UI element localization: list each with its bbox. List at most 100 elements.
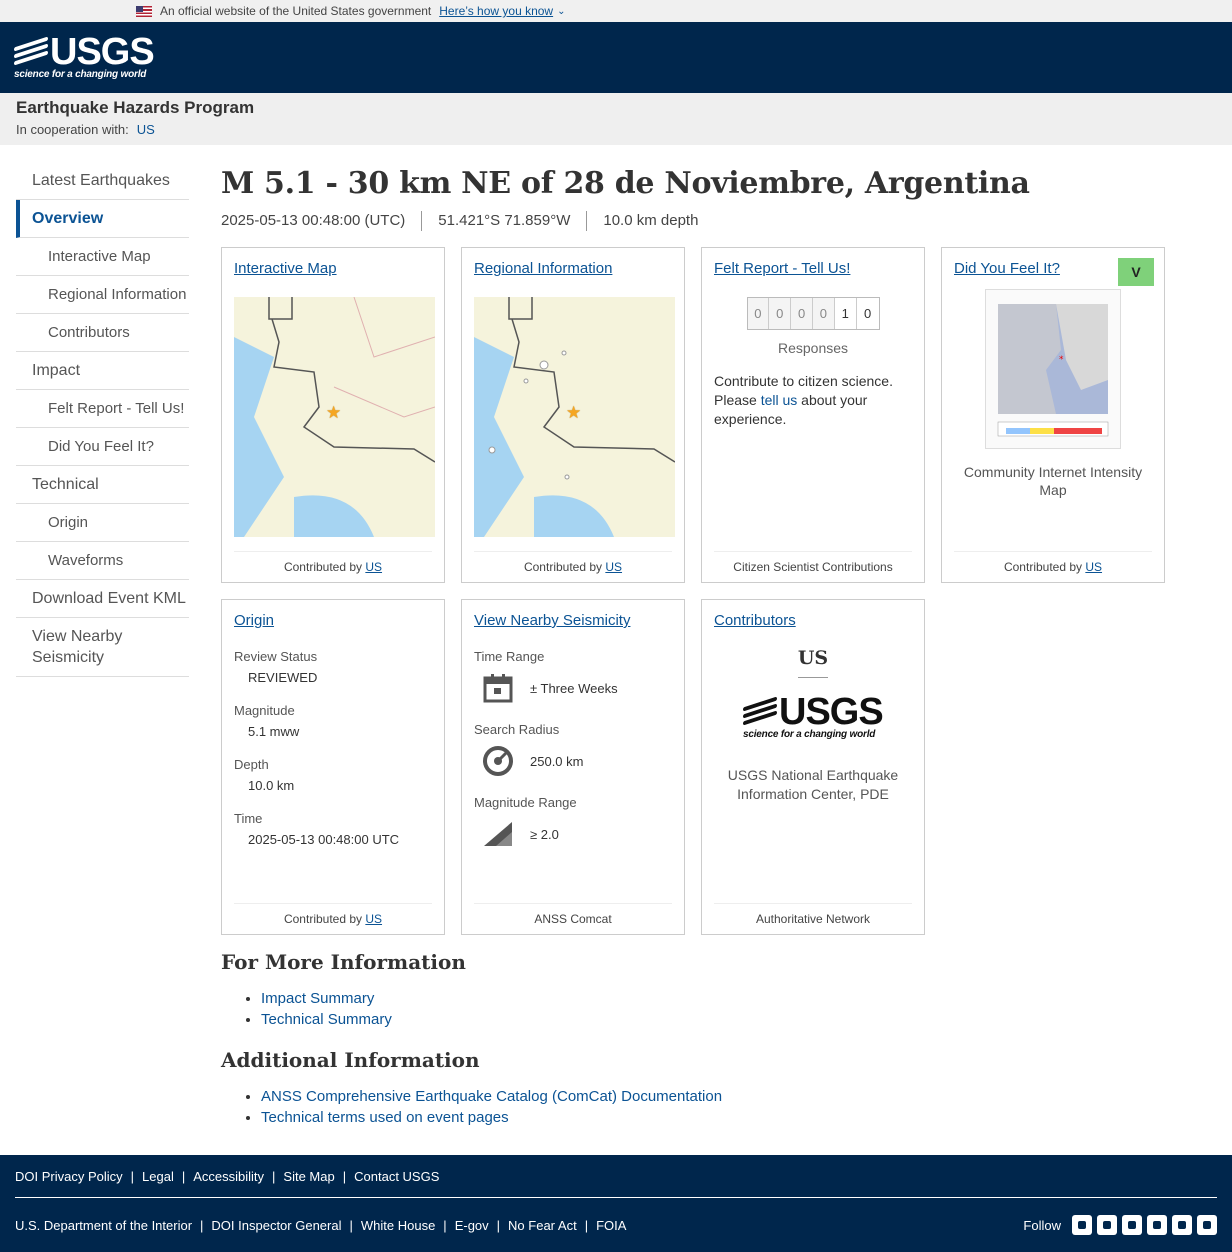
contributors-card[interactable]: Contributors US USGS science for a chang… — [701, 599, 925, 935]
felt-report-card[interactable]: Felt Report - Tell Us! 0 0 0 0 1 0 Respo… — [701, 247, 925, 583]
regional-info-card[interactable]: Regional Information ★ Contributed by US — [461, 247, 685, 583]
magnitude-range-value: ≥ 2.0 — [530, 826, 559, 842]
footer-row-policies: DOI Privacy Policy | Legal | Accessibility… — [15, 1155, 1217, 1198]
footer-link-foia[interactable]: FOIA — [596, 1218, 626, 1233]
main-content: M 5.1 - 30 km NE of 28 de Noviembre, Arg… — [221, 162, 1211, 1126]
impact-summary-link[interactable]: Impact Summary — [261, 990, 374, 1007]
footer-link-white-house[interactable]: White House — [361, 1218, 435, 1233]
origin-card-title[interactable]: Origin — [234, 612, 274, 629]
list-item: Technical terms used on event pages — [261, 1107, 1211, 1128]
footer-link-no-fear-act[interactable]: No Fear Act — [508, 1218, 577, 1233]
calendar-icon — [483, 674, 513, 703]
footer-link-privacy[interactable]: DOI Privacy Policy — [15, 1169, 123, 1184]
cdi-map-thumbnail[interactable]: * — [985, 289, 1121, 449]
twitter-icon[interactable] — [1072, 1215, 1092, 1235]
footer-link-site-map[interactable]: Site Map — [283, 1169, 334, 1184]
footer-link-accessibility[interactable]: Accessibility — [193, 1169, 264, 1184]
nav-origin[interactable]: Origin — [16, 504, 189, 542]
technical-terms-link[interactable]: Technical terms used on event pages — [261, 1109, 509, 1126]
nearby-seismicity-card[interactable]: View Nearby Seismicity Time Range ± Thre… — [461, 599, 685, 935]
list-item: ANSS Comprehensive Earthquake Catalog (C… — [261, 1086, 1211, 1107]
regional-info-card-title[interactable]: Regional Information — [474, 260, 612, 277]
nav-technical[interactable]: Technical — [16, 466, 189, 504]
contributed-by-link[interactable]: US — [365, 912, 382, 926]
origin-card-footer: Contributed by US — [234, 903, 432, 926]
nav-interactive-map[interactable]: Interactive Map — [16, 238, 189, 276]
usgs-logo[interactable]: USGS science for a changing world — [14, 33, 155, 80]
regional-info-card-footer: Contributed by US — [474, 551, 672, 574]
nav-felt-report[interactable]: Felt Report - Tell Us! — [16, 390, 189, 428]
contributor-logo-tagline: science for a changing world — [743, 729, 876, 740]
contributed-by-link[interactable]: US — [365, 560, 382, 574]
follow-label: Follow — [1023, 1217, 1061, 1233]
interactive-map-thumbnail[interactable]: ★ — [234, 297, 435, 537]
footer-link-contact[interactable]: Contact USGS — [354, 1169, 439, 1184]
footer-link-legal[interactable]: Legal — [142, 1169, 174, 1184]
footer-row-government: U.S. Department of the Interior | DOI Ins… — [15, 1198, 1217, 1252]
cdi-caption: Community Internet Intensity Map — [963, 464, 1143, 498]
time-value: 2025-05-13 00:48:00 UTC — [248, 832, 400, 847]
felt-report-card-footer: Citizen Scientist Contributions — [714, 551, 912, 574]
youtube-icon[interactable] — [1172, 1215, 1192, 1235]
sidebar-nav: Latest Earthquakes Overview Interactive … — [16, 162, 189, 677]
technical-summary-link[interactable]: Technical Summary — [261, 1011, 392, 1028]
cooperation-line: In cooperation with: US — [16, 122, 1216, 137]
usgs-waves-icon — [743, 696, 777, 726]
additional-info-list: ANSS Comprehensive Earthquake Catalog (C… — [221, 1086, 1211, 1128]
counter-digit: 0 — [812, 298, 835, 329]
depth-label: Depth — [234, 757, 269, 772]
felt-report-card-title[interactable]: Felt Report - Tell Us! — [714, 260, 850, 277]
program-bar: Earthquake Hazards Program In cooperatio… — [0, 93, 1232, 145]
program-title: Earthquake Hazards Program — [16, 98, 255, 117]
origin-card[interactable]: Origin Review Status REVIEWED Magnitude … — [221, 599, 445, 935]
contributed-by-label: Contributed by — [523, 560, 603, 574]
nav-did-you-feel-it[interactable]: Did You Feel It? — [16, 428, 189, 466]
contributors-card-title[interactable]: Contributors — [714, 612, 796, 629]
github-icon[interactable] — [1122, 1215, 1142, 1235]
nearby-seismicity-card-title[interactable]: View Nearby Seismicity — [474, 612, 630, 629]
nav-contributors[interactable]: Contributors — [16, 314, 189, 352]
contributed-by-link[interactable]: US — [1085, 560, 1102, 574]
comcat-docs-link[interactable]: ANSS Comprehensive Earthquake Catalog (C… — [261, 1088, 722, 1105]
interactive-map-card-footer: Contributed by US — [234, 551, 432, 574]
contributed-by-label: Contributed by — [1003, 560, 1083, 574]
heres-how-you-know-link[interactable]: Here’s how you know — [439, 4, 553, 18]
interactive-map-card[interactable]: Interactive Map ★ Contributed by US — [221, 247, 445, 583]
contributor-logo-text: USGS — [779, 691, 884, 733]
usgs-tagline: science for a changing world — [14, 68, 147, 80]
chevron-down-icon[interactable]: ⌄ — [557, 6, 565, 17]
divider — [798, 677, 828, 678]
footer-link-doi[interactable]: U.S. Department of the Interior — [15, 1218, 192, 1233]
event-location: 51.421°S 71.859°W — [421, 211, 586, 231]
magnitude-range-row: ≥ 2.0 — [474, 818, 672, 850]
interactive-map-card-title[interactable]: Interactive Map — [234, 260, 337, 277]
magnitude-value: 5.1 mww — [248, 724, 300, 739]
facebook-icon[interactable] — [1097, 1215, 1117, 1235]
dyfi-card-title[interactable]: Did You Feel It? — [954, 260, 1060, 277]
nav-impact[interactable]: Impact — [16, 352, 189, 390]
additional-info-heading: Additional Information — [221, 1048, 480, 1072]
footer-link-egov[interactable]: E-gov — [455, 1218, 489, 1233]
instagram-icon[interactable] — [1197, 1215, 1217, 1235]
contributor-code: US — [797, 647, 829, 669]
nav-overview[interactable]: Overview — [16, 200, 189, 238]
tell-us-link[interactable]: tell us — [761, 392, 798, 408]
nav-regional-information[interactable]: Regional Information — [16, 276, 189, 314]
contributed-by-link[interactable]: US — [605, 560, 622, 574]
nav-view-nearby-seismicity[interactable]: View Nearby Seismicity — [16, 618, 189, 677]
cooperation-link[interactable]: US — [137, 122, 155, 137]
gov-banner-text: An official website of the United States… — [160, 4, 432, 18]
flickr-icon[interactable] — [1147, 1215, 1167, 1235]
dyfi-card[interactable]: Did You Feel It? V * Community Internet … — [941, 247, 1165, 583]
list-item: Technical Summary — [261, 1009, 1211, 1030]
contributor-name: USGS National Earthquake Information Cen… — [727, 767, 899, 802]
usgs-contributor-logo: USGS science for a changing world — [743, 691, 884, 740]
us-flag-icon — [136, 5, 152, 17]
nav-download-kml[interactable]: Download Event KML — [16, 580, 189, 618]
follow-links: Follow — [1023, 1215, 1217, 1235]
footer-link-inspector-general[interactable]: DOI Inspector General — [211, 1218, 341, 1233]
review-status-label: Review Status — [234, 649, 318, 664]
regional-map-thumbnail[interactable]: ★ — [474, 297, 675, 537]
nav-waveforms[interactable]: Waveforms — [16, 542, 189, 580]
nav-latest-earthquakes[interactable]: Latest Earthquakes — [16, 162, 189, 200]
